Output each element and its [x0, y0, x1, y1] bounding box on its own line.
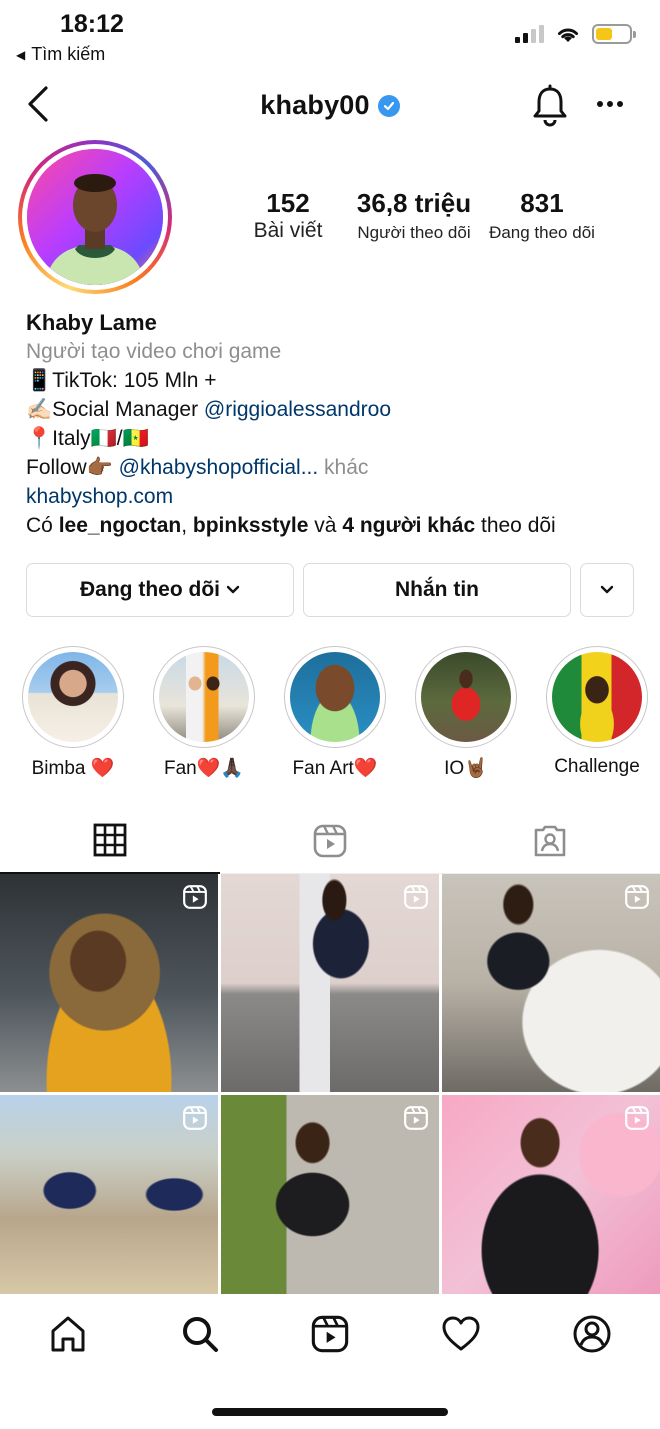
- bottom-tab-bar: [0, 1296, 660, 1376]
- followed-by-sep: ,: [181, 514, 193, 537]
- status-time: 18:12: [60, 10, 124, 38]
- grid-post-thumbnail[interactable]: [221, 874, 439, 1092]
- profile-content-tabs: [0, 808, 660, 874]
- profile-category: Người tạo video chơi game: [26, 340, 282, 363]
- posts-label: Bài viết: [253, 219, 323, 242]
- back-app-label: Tìm kiếm: [31, 44, 106, 64]
- bio-line-location: 📍Italy🇮🇹/🇸🇳: [26, 427, 149, 450]
- reels-badge-icon: [183, 1106, 207, 1130]
- highlight-item[interactable]: IO🤘🏾: [414, 646, 518, 780]
- followed-by-text[interactable]: Có lee_ngoctan, bpinksstyle và 4 người k…: [26, 511, 636, 540]
- followed-by-and: và: [308, 514, 343, 537]
- profile-actions: Đang theo dõi Nhắn tin: [26, 563, 634, 617]
- website-link[interactable]: khabyshop.com: [26, 482, 636, 511]
- message-button[interactable]: Nhắn tin: [303, 563, 571, 617]
- highlight-label: Fan Art❤️: [292, 758, 378, 779]
- manager-mention-link[interactable]: @riggioalessandroo: [204, 398, 391, 421]
- followers-count: 36,8 triệu: [356, 188, 472, 218]
- message-button-label: Nhắn tin: [395, 578, 479, 601]
- chevron-down-icon: [600, 585, 614, 594]
- posts-stat[interactable]: 152 Bài viết: [248, 188, 328, 243]
- following-count: 831: [520, 188, 564, 218]
- reels-badge-icon: [404, 885, 428, 909]
- highlight-item[interactable]: Bimba ❤️: [21, 646, 125, 780]
- bell-icon[interactable]: [530, 84, 570, 128]
- reels-badge-icon: [625, 885, 649, 909]
- tagged-icon: [534, 825, 566, 857]
- heart-icon[interactable]: [441, 1314, 481, 1354]
- highlight-cover: [159, 652, 249, 742]
- status-bar: 18:12 ◀ Tìm kiếm: [0, 0, 660, 70]
- bio-more-link[interactable]: khác: [318, 456, 368, 479]
- followed-by-user1: lee_ngoctan: [58, 514, 182, 537]
- highlight-item[interactable]: Fan❤️🙏🏿: [152, 646, 256, 780]
- profile-avatar-story-ring[interactable]: [18, 140, 172, 294]
- followed-by-others: 4 người khác: [342, 514, 476, 537]
- bio-line-manager: ✍🏻Social Manager @riggioalessandroo: [26, 395, 636, 424]
- username: khaby00: [260, 90, 370, 120]
- bio-follow-text: Follow👉🏾: [26, 456, 119, 479]
- tab-tagged[interactable]: [440, 808, 660, 874]
- avatar: [27, 149, 163, 285]
- bio-line-follow: Follow👉🏾 @khabyshopofficial... khác: [26, 453, 636, 482]
- followed-by-user2: bpinksstyle: [192, 514, 309, 537]
- highlight-label: Fan❤️🙏🏿: [163, 758, 245, 779]
- highlight-item[interactable]: Challenge: [545, 646, 649, 778]
- tab-reels[interactable]: [220, 808, 440, 874]
- followers-label: Người theo dõi: [357, 223, 471, 242]
- followers-stat[interactable]: 36,8 triệu Người theo dõi: [354, 188, 474, 243]
- reels-badge-icon: [625, 1106, 649, 1130]
- highlight-label: Bimba ❤️: [31, 758, 115, 779]
- posts-count: 152: [266, 188, 310, 218]
- grid-post-thumbnail[interactable]: [0, 1095, 218, 1294]
- suggested-accounts-button[interactable]: [580, 563, 634, 617]
- following-button-label: Đang theo dõi: [80, 578, 220, 601]
- reels-badge-icon: [183, 885, 207, 909]
- display-name: Khaby Lame: [26, 310, 157, 335]
- highlight-label: IO🤘🏾: [444, 758, 488, 779]
- highlight-cover: [421, 652, 511, 742]
- back-triangle-icon: ◀: [16, 47, 26, 62]
- profile-header: khaby00: [0, 78, 660, 134]
- shop-mention-link[interactable]: @khabyshopofficial...: [119, 456, 319, 479]
- grid-post-thumbnail[interactable]: [442, 1095, 660, 1294]
- wifi-icon: [558, 28, 578, 42]
- battery-icon: [592, 24, 636, 44]
- story-highlights: Bimba ❤️ Fan❤️🙏🏿 Fan Art❤️ IO🤘🏾 Challeng…: [0, 646, 660, 786]
- verified-badge-icon: [377, 94, 400, 117]
- home-indicator[interactable]: [212, 1408, 448, 1416]
- grid-post-thumbnail[interactable]: [221, 1095, 439, 1294]
- reels-badge-icon: [404, 1106, 428, 1130]
- home-icon[interactable]: [48, 1314, 88, 1354]
- chevron-down-icon: [226, 585, 240, 594]
- profile-stats: 152 Bài viết 36,8 triệu Người theo dõi 8…: [240, 188, 620, 258]
- grid-post-thumbnail[interactable]: [442, 874, 660, 1092]
- profile-bio: Khaby Lame Người tạo video chơi game 📱Ti…: [26, 308, 636, 540]
- reels-icon[interactable]: [310, 1314, 350, 1354]
- highlight-label: Challenge: [554, 756, 640, 777]
- followed-by-prefix: Có: [26, 514, 59, 537]
- following-stat[interactable]: 831 Đang theo dõi: [482, 188, 602, 243]
- more-options-icon[interactable]: [595, 92, 625, 116]
- following-label: Đang theo dõi: [489, 223, 595, 242]
- grid-icon: [93, 823, 127, 857]
- back-to-app-link[interactable]: ◀ Tìm kiếm: [16, 44, 105, 65]
- bio-line-tiktok: 📱TikTok: 105 Mln +: [26, 369, 217, 392]
- followed-by-suffix: theo dõi: [475, 514, 556, 537]
- highlight-item[interactable]: Fan Art❤️: [283, 646, 387, 780]
- posts-grid: [0, 874, 660, 1294]
- grid-post-thumbnail[interactable]: [0, 874, 218, 1092]
- tab-posts-grid[interactable]: [0, 808, 220, 874]
- following-button[interactable]: Đang theo dõi: [26, 563, 294, 617]
- highlight-cover: [552, 652, 642, 742]
- cellular-signal-icon: [515, 25, 544, 43]
- reels-icon: [313, 824, 347, 858]
- highlight-cover: [290, 652, 380, 742]
- profile-icon[interactable]: [572, 1314, 612, 1354]
- bio-manager-text: ✍🏻Social Manager: [26, 398, 204, 421]
- search-icon[interactable]: [180, 1314, 220, 1354]
- highlight-cover: [28, 652, 118, 742]
